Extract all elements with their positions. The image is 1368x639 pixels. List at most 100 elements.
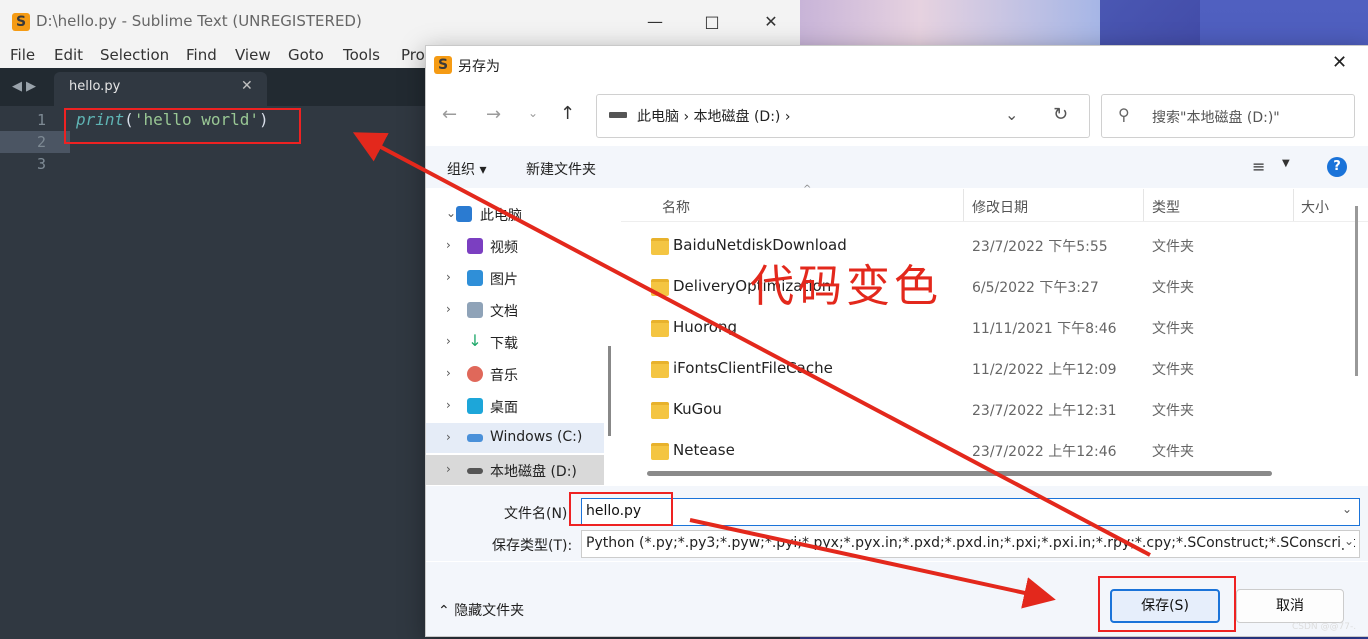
- tab-nav-arrows-icon[interactable]: ◀▶: [12, 79, 40, 94]
- file-date: 23/7/2022 下午5:55: [972, 239, 1108, 255]
- search-icon: ⚲: [1118, 105, 1130, 124]
- menu-edit[interactable]: Edit: [54, 46, 83, 64]
- help-icon[interactable]: ?: [1327, 157, 1347, 177]
- save-form: 文件名(N): hello.py ⌄ 保存类型(T): Python (*.py…: [426, 486, 1368, 561]
- maximize-icon[interactable]: □: [689, 8, 735, 36]
- filetype-select[interactable]: Python (*.py;*.py3;*.pyw;*.pyi;*.pyx;*.p…: [581, 530, 1360, 558]
- menu-tools[interactable]: Tools: [343, 46, 380, 64]
- nav-item-windows-c[interactable]: › Windows (C:): [426, 423, 604, 453]
- organize-button[interactable]: 组织 ▾: [447, 159, 486, 179]
- horizontal-scrollbar[interactable]: [647, 471, 1272, 476]
- video-icon: [467, 238, 483, 254]
- close-icon[interactable]: ✕: [1332, 52, 1347, 73]
- chevron-up-icon: ⌃: [438, 603, 450, 619]
- file-type: 文件夹: [1152, 321, 1194, 337]
- file-type: 文件夹: [1152, 362, 1194, 378]
- cancel-button[interactable]: 取消: [1236, 589, 1344, 623]
- folder-icon: [651, 361, 669, 378]
- recent-chevron-icon[interactable]: ⌄: [528, 106, 538, 120]
- menu-find[interactable]: Find: [186, 46, 217, 64]
- file-name: iFontsClientFileCache: [673, 359, 833, 377]
- file-row[interactable]: iFontsClientFileCache 11/2/2022 上午12:09 …: [621, 349, 1341, 389]
- annotation-box-save: [1098, 576, 1236, 632]
- chevron-right-icon[interactable]: ›: [446, 366, 451, 380]
- sublime-window-title: D:\hello.py - Sublime Text (UNREGISTERED…: [36, 12, 362, 30]
- minimize-icon[interactable]: —: [632, 8, 678, 36]
- file-type: 文件夹: [1152, 403, 1194, 419]
- column-date[interactable]: 修改日期: [972, 197, 1028, 217]
- menu-selection[interactable]: Selection: [100, 46, 169, 64]
- chevron-right-icon[interactable]: ›: [446, 462, 451, 476]
- refresh-icon[interactable]: ↻: [1053, 104, 1068, 125]
- chevron-down-icon[interactable]: ⌄: [446, 206, 456, 220]
- line-number: 3: [36, 155, 46, 173]
- chevron-down-icon[interactable]: ⌄: [1342, 502, 1352, 516]
- filename-input[interactable]: hello.py ⌄: [581, 498, 1360, 526]
- sort-ascending-icon: ^: [803, 184, 812, 195]
- file-row[interactable]: Huorong 11/11/2021 下午8:46 文件夹: [621, 308, 1341, 348]
- nav-item-local-disk-d[interactable]: › 本地磁盘 (D:): [426, 455, 604, 485]
- drive-icon: [609, 112, 627, 118]
- column-type[interactable]: 类型: [1152, 197, 1180, 217]
- chevron-right-icon[interactable]: ›: [446, 238, 451, 252]
- chevron-down-icon[interactable]: ⌄: [1340, 534, 1355, 548]
- tab-close-icon[interactable]: ✕: [241, 78, 253, 94]
- column-divider[interactable]: [1143, 189, 1144, 221]
- hide-folders-toggle[interactable]: ⌃ 隐藏文件夹: [438, 600, 524, 620]
- breadcrumb[interactable]: 此电脑 › 本地磁盘 (D:) ›: [637, 106, 790, 126]
- chevron-right-icon[interactable]: ›: [446, 430, 451, 444]
- back-icon[interactable]: ←: [442, 104, 457, 125]
- menu-file[interactable]: File: [10, 46, 35, 64]
- line-gutter: [0, 106, 70, 639]
- file-list: ^ 名称 修改日期 类型 大小 BaiduNetdiskDownload 23/…: [621, 184, 1368, 484]
- command-bar: 组织 ▾ 新建文件夹 ≡ ▼ ?: [426, 146, 1368, 188]
- chevron-down-icon[interactable]: ⌄: [1005, 105, 1018, 124]
- chevron-right-icon[interactable]: ›: [446, 270, 451, 284]
- file-name: Netease: [673, 441, 735, 459]
- desktop-icon: [467, 398, 483, 414]
- menu-project[interactable]: Pro: [401, 46, 425, 64]
- nav-item-documents[interactable]: › 文档: [426, 295, 604, 325]
- drive-icon: [467, 468, 483, 474]
- close-icon[interactable]: ✕: [748, 8, 794, 36]
- nav-item-downloads[interactable]: › ↓ 下载: [426, 327, 604, 357]
- column-divider[interactable]: [963, 189, 964, 221]
- menu-goto[interactable]: Goto: [288, 46, 324, 64]
- file-date: 6/5/2022 下午3:27: [972, 280, 1099, 296]
- file-row[interactable]: Netease 23/7/2022 上午12:46 文件夹: [621, 431, 1341, 471]
- new-folder-button[interactable]: 新建文件夹: [526, 159, 596, 179]
- nav-item-videos[interactable]: › 视频: [426, 231, 604, 261]
- chevron-right-icon[interactable]: ›: [446, 334, 451, 348]
- up-icon[interactable]: ↑: [560, 103, 575, 124]
- column-divider[interactable]: [1293, 189, 1294, 221]
- address-bar[interactable]: 此电脑 › 本地磁盘 (D:) › ⌄ ↻: [596, 94, 1090, 138]
- column-name[interactable]: 名称: [662, 197, 690, 217]
- file-row[interactable]: BaiduNetdiskDownload 23/7/2022 下午5:55 文件…: [621, 226, 1341, 266]
- file-date: 23/7/2022 上午12:31: [972, 403, 1117, 419]
- nav-scrollbar[interactable]: [608, 346, 611, 436]
- chevron-down-icon[interactable]: ▼: [1282, 158, 1290, 169]
- music-icon: [467, 366, 483, 382]
- file-row[interactable]: KuGou 23/7/2022 上午12:31 文件夹: [621, 390, 1341, 430]
- navigation-pane: ⌄ 此电脑 › 视频 › 图片 › 文档 › ↓ 下载 › 音乐 › 桌面 › …: [426, 189, 606, 485]
- vertical-scrollbar[interactable]: [1355, 206, 1358, 376]
- nav-item-desktop[interactable]: › 桌面: [426, 391, 604, 421]
- forward-icon[interactable]: →: [486, 104, 501, 125]
- nav-label: 此电脑: [480, 208, 522, 224]
- chevron-right-icon[interactable]: ›: [446, 302, 451, 316]
- file-row[interactable]: DeliveryOptimization 6/5/2022 下午3:27 文件夹: [621, 267, 1341, 307]
- folder-icon: [651, 320, 669, 337]
- nav-item-pictures[interactable]: › 图片: [426, 263, 604, 293]
- filename-label: 文件名(N):: [504, 506, 573, 522]
- nav-item-music[interactable]: › 音乐: [426, 359, 604, 389]
- column-size[interactable]: 大小: [1301, 197, 1329, 217]
- nav-item-this-pc[interactable]: ⌄ 此电脑: [426, 199, 604, 229]
- nav-label: 音乐: [490, 368, 518, 384]
- folder-icon: [651, 402, 669, 419]
- nav-label: Windows (C:): [490, 429, 583, 445]
- search-input[interactable]: ⚲ 搜索"本地磁盘 (D:)": [1101, 94, 1355, 138]
- menu-view[interactable]: View: [235, 46, 271, 64]
- view-options-icon[interactable]: ≡: [1252, 157, 1265, 176]
- chevron-right-icon[interactable]: ›: [446, 398, 451, 412]
- file-type: 文件夹: [1152, 444, 1194, 460]
